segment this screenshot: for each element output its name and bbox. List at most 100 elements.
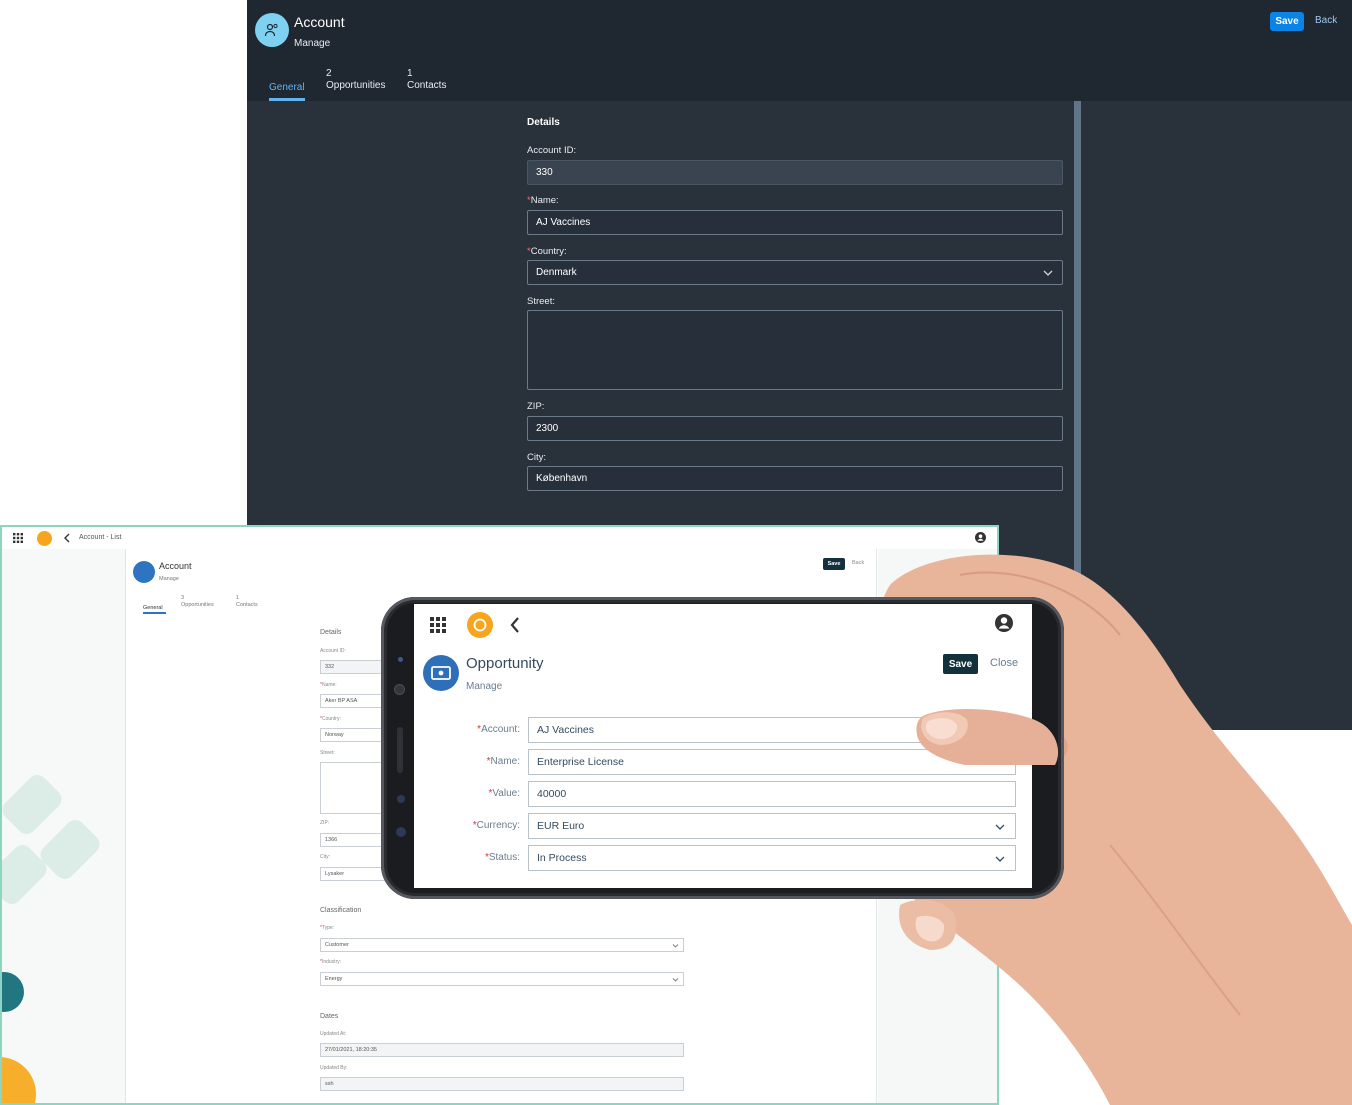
close-button[interactable]: Close [990, 657, 1018, 669]
tab-contacts[interactable]: 1 Contacts [407, 68, 446, 92]
back-icon[interactable] [508, 615, 522, 635]
tab-count [269, 70, 305, 82]
updated-by-label: Updated By: [320, 1065, 348, 1071]
shell-bar [414, 604, 1032, 646]
page-subtitle: Manage [466, 681, 503, 692]
city-label: City: [527, 452, 546, 463]
section-title-classification: Classification [320, 907, 362, 914]
user-icon[interactable] [994, 613, 1014, 633]
tab-general[interactable]: General [143, 598, 163, 612]
tab-opportunities[interactable]: 2 Opportunities [326, 68, 385, 92]
account-label: *Account: [477, 724, 520, 735]
app-launcher-icon[interactable] [429, 616, 447, 634]
section-title-details: Details [527, 117, 560, 128]
type-select[interactable]: Customer [320, 938, 684, 952]
value-field[interactable]: 40000 [528, 781, 1016, 807]
breadcrumb[interactable]: Account - List [79, 534, 121, 541]
country-select[interactable]: Denmark [527, 260, 1063, 285]
section-title-dates: Dates [320, 1013, 339, 1020]
composite-stage: Account Manage Save Back General 2 Oppor… [0, 0, 1352, 1105]
save-button[interactable]: Save [943, 654, 978, 674]
user-icon[interactable] [975, 532, 986, 543]
chevron-down-icon [995, 856, 1005, 862]
tab-label: Opportunities [326, 80, 386, 91]
background-pattern [2, 547, 125, 1103]
chevron-down-icon [995, 824, 1005, 830]
zip-label: ZIP: [527, 401, 545, 412]
company-logo-icon[interactable] [467, 612, 493, 638]
tab-general[interactable]: General [269, 70, 305, 94]
country-value: Denmark [536, 267, 577, 278]
country-label: *Country: [527, 246, 567, 257]
chevron-down-icon [672, 944, 679, 948]
save-button[interactable]: Save [1270, 12, 1304, 31]
page-title: Opportunity [466, 655, 544, 672]
zip-label: ZIP: [320, 820, 330, 826]
street-textarea[interactable] [320, 762, 390, 814]
tab-label: Opportunities [181, 602, 214, 608]
page-title: Account [294, 14, 345, 30]
status-value: In Process [537, 852, 587, 864]
thumb-image [916, 708, 1059, 765]
country-label: *Country: [320, 716, 341, 722]
name-field[interactable]: Aker BP ASA [320, 694, 390, 708]
industry-value: Energy [325, 976, 343, 982]
street-textarea[interactable] [527, 310, 1063, 390]
section-title-details: Details [320, 629, 342, 636]
phone-camera [395, 685, 404, 694]
save-button[interactable]: Save [823, 558, 845, 570]
country-select[interactable]: Norway [320, 728, 390, 742]
decor-circle [2, 1057, 36, 1103]
phone-speaker [397, 727, 403, 773]
tab-label: Contacts [236, 602, 258, 608]
company-logo-icon[interactable] [37, 531, 52, 546]
decor-circle [2, 972, 24, 1012]
status-label: *Status: [484, 852, 520, 863]
industry-select[interactable]: Energy [320, 972, 684, 986]
type-value: Customer [325, 942, 349, 948]
currency-select[interactable]: EUR Euro [528, 813, 1016, 839]
account-icon [255, 13, 289, 47]
name-label: *Name: [527, 195, 559, 206]
tab-count: 1 [236, 595, 240, 601]
city-field[interactable]: København [527, 466, 1063, 491]
status-select[interactable]: In Process [528, 845, 1016, 871]
back-button[interactable]: Back [1315, 15, 1337, 26]
tab-opportunities[interactable]: 3 Opportunities [181, 595, 214, 609]
tab-count: 3 [181, 595, 185, 601]
phone-sensor [398, 657, 403, 662]
zip-field[interactable]: 2300 [527, 416, 1063, 441]
object-header: Account Manage Save Back General 2 Oppor… [247, 0, 1352, 101]
type-label: *Type: [320, 925, 335, 931]
opportunity-icon [423, 655, 459, 691]
industry-label: *Industry: [320, 959, 342, 965]
street-label: Street: [320, 750, 335, 756]
chevron-down-icon [672, 978, 679, 982]
tab-contacts[interactable]: 1 Contacts [236, 595, 258, 609]
tab-label: General [143, 605, 163, 611]
updated-at-label: Updated At: [320, 1031, 347, 1037]
name-field[interactable]: AJ Vaccines [527, 210, 1063, 235]
phone-sensor [397, 795, 405, 803]
name-label: *Name: [486, 756, 520, 767]
zip-field[interactable]: 1366 [320, 833, 390, 847]
city-label: City: [320, 854, 330, 860]
city-field[interactable]: Lysaker [320, 867, 390, 881]
tab-count: 2 [326, 68, 332, 79]
page-title: Account [159, 561, 192, 571]
account-id-field: 332 [320, 660, 390, 674]
account-id-label: Account ID: [527, 145, 577, 156]
back-icon[interactable] [63, 533, 70, 543]
page-subtitle: Manage [294, 38, 331, 49]
updated-by-field: ssh [320, 1077, 684, 1091]
name-label: *Name: [320, 682, 337, 688]
account-icon [133, 561, 155, 583]
value-label: *Value: [488, 788, 520, 799]
tab-indicator [143, 612, 166, 614]
app-launcher-icon[interactable] [13, 533, 23, 543]
account-id-label: Account ID: [320, 648, 346, 654]
street-label: Street: [527, 296, 555, 307]
currency-label: *Currency: [472, 820, 520, 831]
tab-count [143, 598, 163, 605]
tab-indicator [269, 98, 305, 101]
